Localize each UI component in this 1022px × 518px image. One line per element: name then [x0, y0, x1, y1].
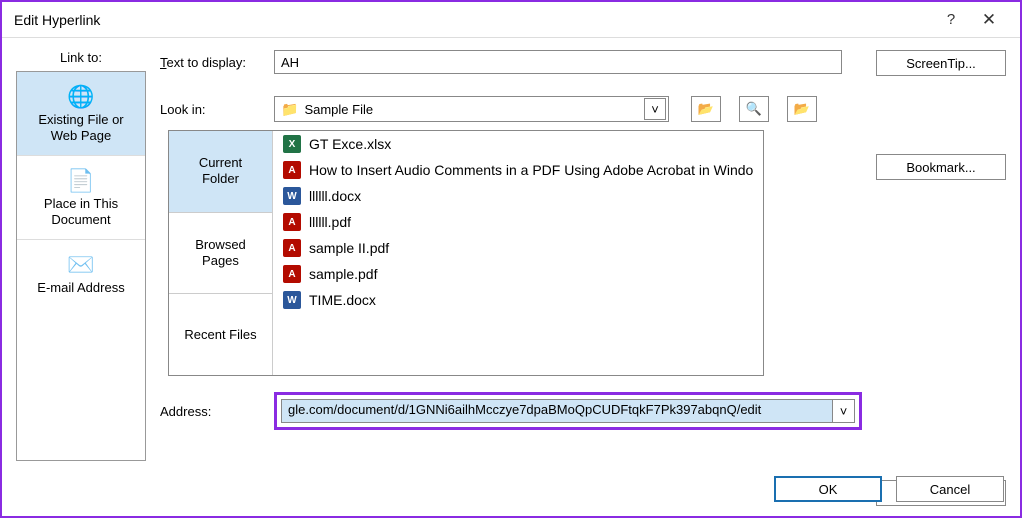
- link-to-option-1[interactable]: 📄 Place in This Document: [17, 156, 145, 240]
- file-list-item[interactable]: A How to Insert Audio Comments in a PDF U…: [273, 157, 763, 183]
- right-button-panel: ScreenTip... Bookmark... Remove Link: [876, 50, 1006, 506]
- picker-tab-0[interactable]: Current Folder: [169, 131, 272, 213]
- dialog-title: Edit Hyperlink: [14, 12, 100, 28]
- ok-button[interactable]: OK: [774, 476, 882, 502]
- picker-tab-1[interactable]: Browsed Pages: [169, 213, 272, 295]
- file-name: sample.pdf: [309, 266, 377, 282]
- picker-tabs: Current FolderBrowsed PagesRecent Files: [169, 131, 273, 375]
- link-to-option-icon: ✉️: [67, 254, 94, 276]
- file-name: How to Insert Audio Comments in a PDF Us…: [309, 162, 753, 178]
- folder-up-icon: 📂: [698, 101, 714, 117]
- link-to-option-0[interactable]: 🌐 Existing File or Web Page: [17, 72, 145, 156]
- word-file-icon: W: [283, 291, 301, 309]
- file-list-item[interactable]: Asample II.pdf: [273, 235, 763, 261]
- link-to-list: 🌐 Existing File or Web Page 📄 Place in This…: [16, 71, 146, 461]
- file-name: TIME.docx: [309, 292, 376, 308]
- file-list-item[interactable]: Allllll.pdf: [273, 209, 763, 235]
- look-in-label: Look in:: [160, 102, 266, 117]
- folder-icon: 📁: [281, 102, 298, 116]
- file-name: llllll.pdf: [309, 214, 351, 230]
- pdf-file-icon: A: [283, 213, 301, 231]
- dialog-buttons: OK Cancel: [774, 476, 1004, 502]
- file-list-item[interactable]: Wllllll.docx: [273, 183, 763, 209]
- up-one-level-button[interactable]: 📂: [691, 96, 721, 122]
- screentip-button[interactable]: ScreenTip...: [876, 50, 1006, 76]
- file-list-item[interactable]: Asample.pdf: [273, 261, 763, 287]
- browse-file-button[interactable]: 📂: [787, 96, 817, 122]
- link-to-option-2[interactable]: ✉️ E-mail Address: [17, 240, 145, 308]
- titlebar: Edit Hyperlink ? ✕: [2, 2, 1020, 38]
- file-list-item[interactable]: W TIME.docx: [273, 287, 763, 313]
- link-to-label: Link to:: [16, 50, 146, 65]
- pdf-file-icon: A: [283, 239, 301, 257]
- file-name: sample II.pdf: [309, 240, 389, 256]
- look-in-dropdown-button[interactable]: ˅: [644, 98, 666, 120]
- file-list-item[interactable]: X GT Exce.xlsx: [273, 131, 763, 157]
- look-in-combo[interactable]: 📁 Sample File ˅: [274, 96, 669, 122]
- file-name: GT Exce.xlsx: [309, 136, 391, 152]
- web-search-icon: 🔍: [746, 101, 762, 117]
- file-list[interactable]: X GT Exce.xlsx A How to Insert Audio Commen…: [273, 131, 763, 375]
- link-to-panel: Link to: 🌐 Existing File or Web Page 📄 Plac…: [16, 50, 146, 506]
- open-folder-icon: 📂: [794, 101, 810, 117]
- text-to-display-label: Text to display:: [160, 55, 266, 70]
- browse-web-button[interactable]: 🔍: [739, 96, 769, 122]
- text-to-display-input[interactable]: [274, 50, 842, 74]
- file-name: llllll.docx: [309, 188, 361, 204]
- address-highlight-box: gle.com/document/d/1GNNi6ailhMcczye7dpaB…: [274, 392, 862, 430]
- pdf-file-icon: A: [283, 265, 301, 283]
- link-to-option-label: E-mail Address: [37, 280, 124, 296]
- link-to-option-label: Existing File or Web Page: [38, 112, 123, 143]
- main-panel: Text to display: Look in: 📁 Sample File …: [160, 50, 862, 506]
- address-input[interactable]: gle.com/document/d/1GNNi6ailhMcczye7dpaB…: [281, 399, 833, 423]
- bookmark-button[interactable]: Bookmark...: [876, 154, 1006, 180]
- excel-file-icon: X: [283, 135, 301, 153]
- link-to-option-icon: 📄: [67, 170, 94, 192]
- look-in-value: Sample File: [304, 102, 638, 117]
- address-dropdown-button[interactable]: ˅: [833, 399, 855, 423]
- file-picker: Current FolderBrowsed PagesRecent Files …: [168, 130, 764, 376]
- pdf-file-icon: A: [283, 161, 301, 179]
- picker-tab-2[interactable]: Recent Files: [169, 294, 272, 375]
- link-to-option-icon: 🌐: [67, 86, 94, 108]
- cancel-button[interactable]: Cancel: [896, 476, 1004, 502]
- link-to-option-label: Place in This Document: [44, 196, 118, 227]
- help-button[interactable]: ?: [932, 5, 970, 35]
- address-label: Address:: [160, 404, 266, 419]
- word-file-icon: W: [283, 187, 301, 205]
- close-button[interactable]: ✕: [970, 5, 1008, 35]
